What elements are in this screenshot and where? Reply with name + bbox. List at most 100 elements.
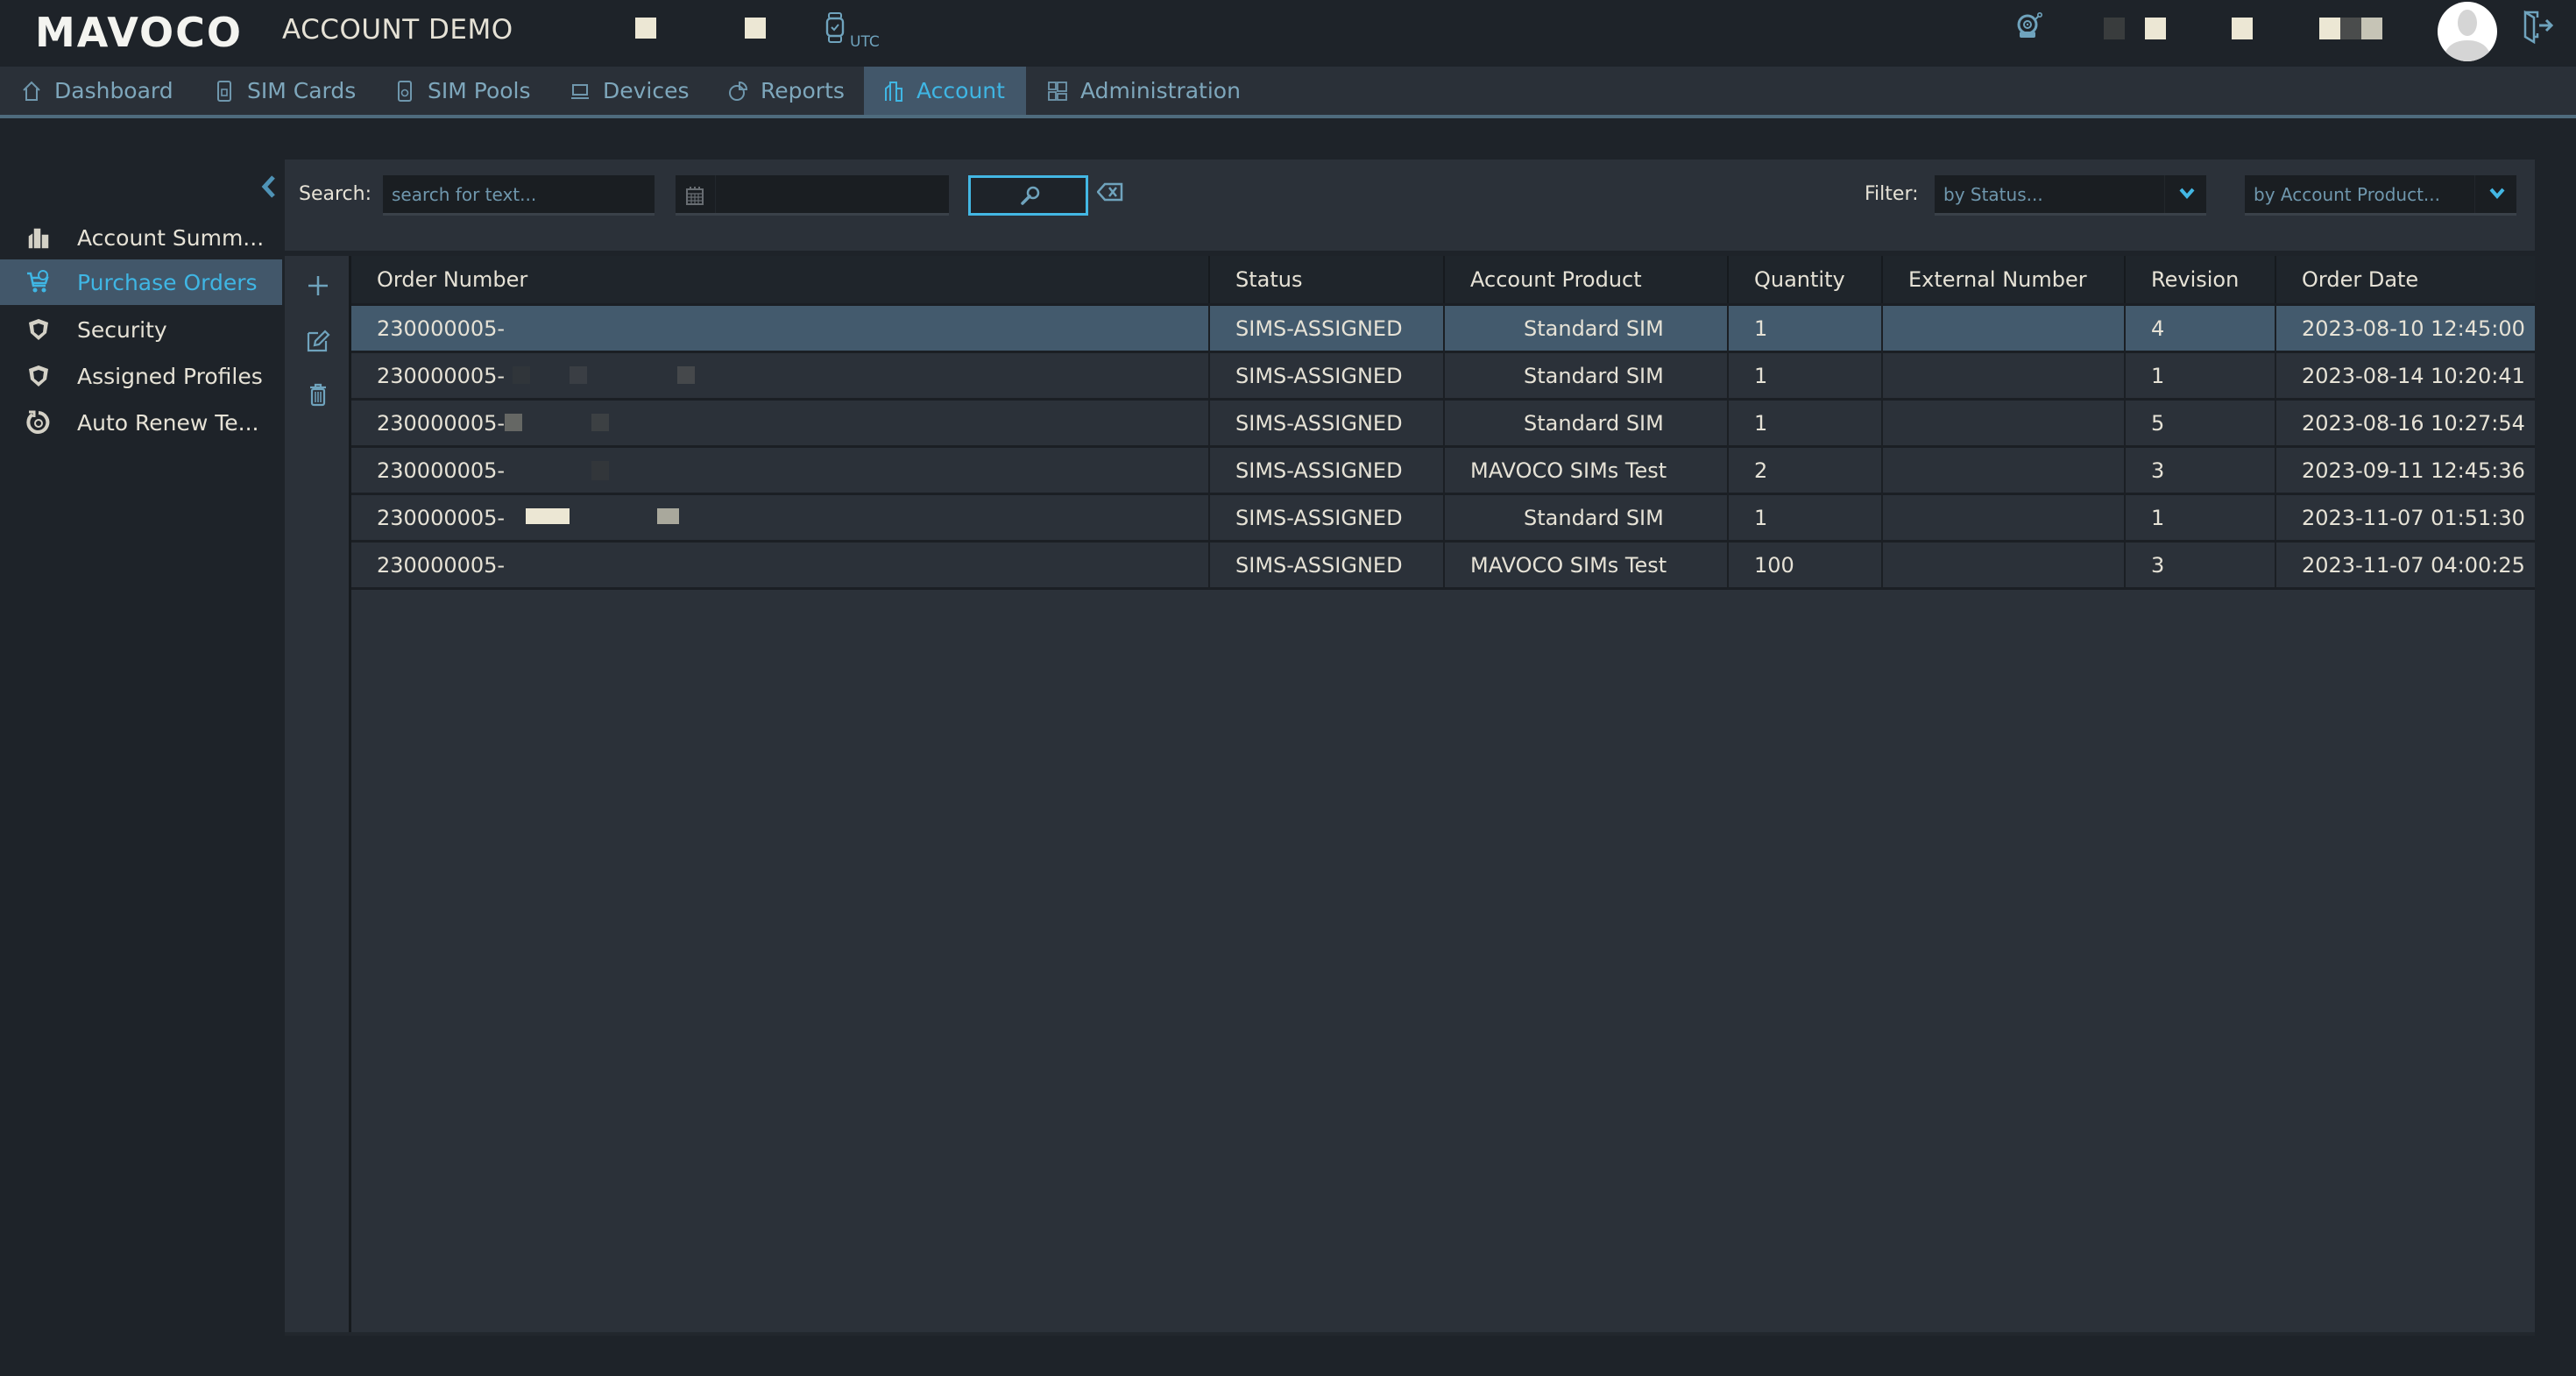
tab-sim-pools[interactable]: SIM Pools [375, 67, 550, 115]
search-button[interactable] [968, 175, 1088, 216]
tab-devices[interactable]: Devices [550, 67, 709, 115]
dropdown-toggle[interactable] [2164, 175, 2206, 213]
search-icon [1021, 186, 1040, 205]
table-row[interactable]: 230000005- SIMS-ASSIGNED Standard SIM 1 5 202… [351, 398, 2535, 445]
sidebar-label: Purchase Orders [77, 269, 258, 295]
cell-revision: 5 [2126, 401, 2276, 445]
tab-label: SIM Pools [428, 78, 531, 103]
search-input[interactable] [383, 175, 655, 213]
tab-sim-cards[interactable]: SIM Cards [195, 67, 375, 115]
cell-revision: 3 [2126, 448, 2276, 493]
sidebar-label: Security [77, 316, 167, 343]
logout-icon[interactable] [2522, 9, 2557, 44]
timezone-label: UTC [850, 33, 880, 51]
account-title: ACCOUNT DEMO [282, 14, 513, 46]
cell-order-number: 230000005- [351, 401, 1210, 445]
search-label: Search: [299, 183, 372, 205]
cell-status: SIMS-ASSIGNED [1210, 543, 1445, 587]
cell-order-number: 230000005- [351, 543, 1210, 587]
filter-label: Filter: [1865, 183, 1919, 205]
cell-order-number: 230000005- [351, 448, 1210, 493]
home-icon [23, 81, 40, 101]
table-row[interactable]: 230000005- SIMS-ASSIGNED Standard SIM 1 1 202… [351, 493, 2535, 540]
tab-administration[interactable]: Administration [1028, 67, 1260, 115]
cell-order-date: 2023-09-11 12:45:36 [2302, 457, 2525, 483]
clear-search-icon[interactable] [1097, 182, 1123, 202]
alarm-bell-icon[interactable] [2017, 12, 2043, 40]
cell-order-date: 2023-08-10 12:45:00 [2302, 316, 2525, 341]
calendar-icon [686, 187, 704, 205]
date-input[interactable] [676, 175, 949, 213]
trash-icon[interactable] [306, 382, 330, 407]
tab-dashboard[interactable]: Dashboard [2, 67, 193, 115]
table-row[interactable]: 230000005- SIMS-ASSIGNED Standard SIM 1 1 202… [351, 351, 2535, 398]
cell-quantity: 1 [1729, 401, 1883, 445]
sidebar-item-auto-renew[interactable]: Auto Renew Te... [0, 400, 282, 445]
table-row[interactable]: 230000005- SIMS-ASSIGNED Standard SIM 1 4 202… [351, 303, 2535, 351]
cell-external-number [1883, 401, 2126, 445]
main-nav: Dashboard SIM Cards SIM Pools Devices Re… [0, 67, 2576, 115]
sidebar-item-purchase-orders[interactable]: Purchase Orders [0, 259, 282, 305]
cell-external-number [1883, 448, 2126, 493]
redacted-block [505, 414, 522, 431]
tab-label: Administration [1080, 78, 1241, 103]
cell-account-product: MAVOCO SIMs Test [1445, 543, 1729, 587]
table-row[interactable]: 230000005- SIMS-ASSIGNED MAVOCO SIMs Test 1… [351, 540, 2535, 587]
mavoco-logo[interactable]: MAVOCO [35, 9, 243, 56]
purchase-orders-table: Order Number Status Account Product Quan… [351, 256, 2535, 1332]
column-header-external-number[interactable]: External Number [1883, 256, 2126, 303]
table-row[interactable]: 230000005- SIMS-ASSIGNED MAVOCO SIMs Test 2… [351, 445, 2535, 493]
cell-order-number: 230000005- [351, 495, 1210, 540]
top-header: MAVOCO ACCOUNT DEMO UTC [0, 0, 2576, 67]
table-bottom-border [351, 587, 2535, 590]
redacted-block [2232, 18, 2253, 39]
edit-icon[interactable] [306, 328, 330, 352]
chevron-down-icon [2179, 188, 2195, 200]
cell-external-number [1883, 353, 2126, 398]
user-avatar[interactable] [2438, 2, 2497, 61]
plus-icon[interactable] [306, 273, 330, 298]
sim-pool-icon [398, 80, 412, 102]
cell-status: SIMS-ASSIGNED [1210, 306, 1445, 351]
cell-external-number [1883, 495, 2126, 540]
cell-account-product: MAVOCO SIMs Test [1445, 448, 1729, 493]
user-silhouette-icon [2443, 10, 2492, 61]
cell-status: SIMS-ASSIGNED [1210, 495, 1445, 540]
cell-external-number [1883, 306, 2126, 351]
cell-status: SIMS-ASSIGNED [1210, 401, 1445, 445]
buildings-icon [27, 227, 50, 250]
cell-order-date: 2023-08-14 10:20:41 [2302, 363, 2525, 388]
redacted-block [570, 366, 587, 384]
tab-reports[interactable]: Reports [708, 67, 864, 115]
product-filter-select[interactable]: by Account Product... [2245, 175, 2516, 216]
cell-account-product: Standard SIM [1445, 306, 1729, 351]
sidebar-label: Account Summ... [77, 224, 265, 251]
dropdown-toggle[interactable] [2474, 175, 2516, 213]
column-header-quantity[interactable]: Quantity [1729, 256, 1883, 303]
shield-icon [29, 319, 48, 340]
tab-account[interactable]: Account [864, 67, 1026, 115]
column-header-order-number[interactable]: Order Number [351, 256, 1210, 303]
redacted-block [526, 508, 570, 524]
chevron-left-icon[interactable] [258, 174, 279, 200]
field-divider [715, 175, 716, 213]
redacted-block [2340, 18, 2361, 39]
cell-revision: 1 [2126, 495, 2276, 540]
tab-label: Devices [603, 78, 690, 103]
date-field[interactable] [676, 175, 949, 216]
redacted-block [2104, 18, 2125, 39]
column-header-account-product[interactable]: Account Product [1445, 256, 1729, 303]
search-text-field[interactable] [383, 175, 655, 216]
sidebar-item-account-summary[interactable]: Account Summ... [0, 215, 282, 260]
status-filter-select[interactable]: by Status... [1935, 175, 2206, 216]
column-header-order-date[interactable]: Order Date [2276, 256, 2535, 303]
sidebar-item-security[interactable]: Security [0, 307, 282, 352]
column-header-revision[interactable]: Revision [2126, 256, 2276, 303]
nav-divider [0, 115, 2576, 118]
column-header-status[interactable]: Status [1210, 256, 1445, 303]
cell-revision: 1 [2126, 353, 2276, 398]
smartwatch-icon[interactable] [825, 12, 845, 44]
sidebar-item-assigned-profiles[interactable]: Assigned Profiles [0, 353, 282, 399]
chevron-down-icon [2489, 188, 2505, 200]
panel-bottom-edge [285, 1332, 2535, 1336]
